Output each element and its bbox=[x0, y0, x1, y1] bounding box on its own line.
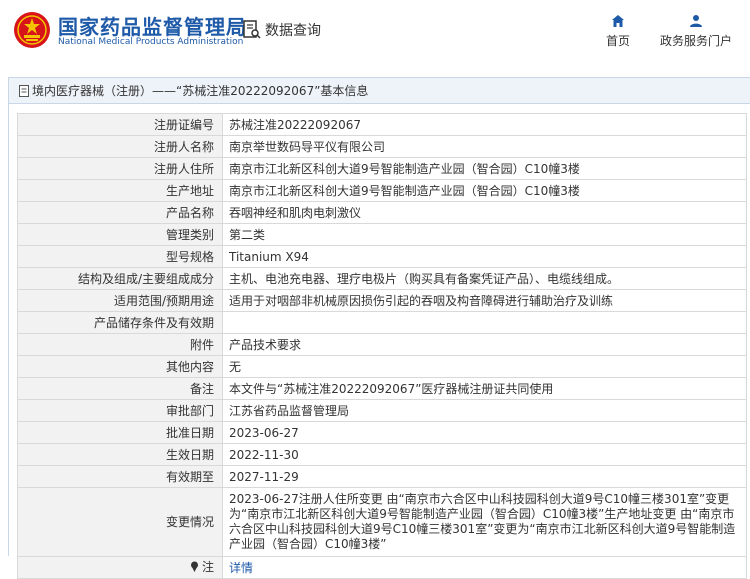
row-label: 其他内容 bbox=[17, 355, 223, 378]
row-value: 适用于对咽部非机械原因损伤引起的吞咽及构音障碍进行辅助治疗及训练 bbox=[222, 289, 747, 312]
table-row: 注册人住所 南京市江北新区科创大道9号智能制造产业园（智合园）C10幢3楼 bbox=[17, 157, 747, 180]
national-emblem-logo[interactable] bbox=[13, 11, 51, 49]
pin-icon bbox=[190, 561, 198, 573]
data-query-link[interactable]: 数据查询 bbox=[243, 19, 321, 41]
row-label: 管理类别 bbox=[17, 223, 223, 246]
row-label: 适用范围/预期用途 bbox=[17, 289, 223, 312]
table-row: 产品名称 吞咽神经和肌肉电刺激仪 bbox=[17, 201, 747, 224]
row-value: 2022-11-30 bbox=[222, 443, 747, 466]
row-value: 2023-06-27 bbox=[222, 421, 747, 444]
table-row: 型号规格 Titanium X94 bbox=[17, 245, 747, 268]
note-value-cell: 详情 bbox=[222, 556, 747, 579]
row-value: Titanium X94 bbox=[222, 245, 747, 268]
table-row: 有效期至 2027-11-29 bbox=[17, 465, 747, 488]
row-label: 生效日期 bbox=[17, 443, 223, 466]
row-label: 审批部门 bbox=[17, 399, 223, 422]
panel-title-text: 境内医疗器械（注册）——“苏械注准20222092067”基本信息 bbox=[32, 84, 369, 98]
row-value: 2027-11-29 bbox=[222, 465, 747, 488]
table-row: 生产地址 南京市江北新区科创大道9号智能制造产业园（智合园）C10幢3楼 bbox=[17, 179, 747, 202]
table-row: 备注 本文件与“苏械注准20222092067”医疗器械注册证共同使用 bbox=[17, 377, 747, 400]
home-icon bbox=[612, 15, 624, 27]
table-row: 审批部门 江苏省药品监督管理局 bbox=[17, 399, 747, 422]
row-value: 吞咽神经和肌肉电刺激仪 bbox=[222, 201, 747, 224]
table-row: 注册证编号 苏械注准20222092067 bbox=[17, 113, 747, 136]
panel-title: 境内医疗器械（注册）——“苏械注准20222092067”基本信息 bbox=[9, 78, 750, 104]
row-label: 注册人名称 bbox=[17, 135, 223, 158]
row-value: 江苏省药品监督管理局 bbox=[222, 399, 747, 422]
row-label: 型号规格 bbox=[17, 245, 223, 268]
note-label-cell: 注 bbox=[17, 556, 223, 579]
table-row: 生效日期 2022-11-30 bbox=[17, 443, 747, 466]
info-table: 注册证编号 苏械注准20222092067 注册人名称 南京举世数码导平仪有限公司 … bbox=[17, 113, 747, 579]
row-value: 产品技术要求 bbox=[222, 333, 747, 356]
site-header: 国家药品监督管理局 National Medical Products Admi… bbox=[0, 0, 750, 66]
row-label: 生产地址 bbox=[17, 179, 223, 202]
row-value: 本文件与“苏械注准20222092067”医疗器械注册证共同使用 bbox=[222, 377, 747, 400]
row-label: 产品储存条件及有效期 bbox=[17, 311, 223, 334]
row-value: 2023-06-27注册人住所变更 由“南京市六合区中山科技园科创大道9号C10… bbox=[222, 487, 747, 557]
row-label: 批准日期 bbox=[17, 421, 223, 444]
table-row: 适用范围/预期用途 适用于对咽部非机械原因损伤引起的吞咽及构音障碍进行辅助治疗及训… bbox=[17, 289, 747, 312]
row-label: 备注 bbox=[17, 377, 223, 400]
device-info-panel: 境内医疗器械（注册）——“苏械注准20222092067”基本信息 注册证编号苏… bbox=[8, 77, 750, 579]
row-value: 苏械注准20222092067 bbox=[222, 113, 747, 136]
table-row: 注册人名称 南京举世数码导平仪有限公司 bbox=[17, 135, 747, 158]
row-value: 南京市江北新区科创大道9号智能制造产业园（智合园）C10幢3楼 bbox=[222, 179, 747, 202]
table-row: 其他内容无 bbox=[17, 355, 747, 378]
row-value: 无 bbox=[222, 355, 747, 378]
nav-government-services-label: 政务服务门户 bbox=[660, 34, 733, 48]
note-label: 注 bbox=[201, 559, 214, 574]
site-title[interactable]: 国家药品监督管理局 bbox=[58, 11, 247, 40]
row-label: 产品名称 bbox=[17, 201, 223, 224]
nav-home[interactable]: 首页 bbox=[606, 14, 630, 49]
row-label: 注册证编号 bbox=[17, 113, 223, 136]
data-query-label: 数据查询 bbox=[265, 23, 321, 39]
table-row: 批准日期 2023-06-27 bbox=[17, 421, 747, 444]
document-icon bbox=[19, 84, 29, 97]
row-label: 结构及组成/主要组成成分 bbox=[17, 267, 223, 290]
table-row: 管理类别 第二类 bbox=[17, 223, 747, 246]
row-label: 注册人住所 bbox=[17, 157, 223, 180]
row-value: 南京举世数码导平仪有限公司 bbox=[222, 135, 747, 158]
row-label: 有效期至 bbox=[17, 465, 223, 488]
table-row: 变更情况 2023-06-27注册人住所变更 由“南京市六合区中山科技园科创大道9… bbox=[17, 487, 747, 557]
table-row: 产品储存条件及有效期 bbox=[17, 311, 747, 334]
document-search-icon bbox=[243, 20, 261, 39]
row-value: 主机、电池充电器、理疗电极片（购买具有备案凭证产品）、电缆线组成。 bbox=[222, 267, 747, 290]
details-link[interactable]: 详情 bbox=[229, 561, 253, 575]
user-icon bbox=[690, 15, 702, 27]
nav-government-services[interactable]: 政务服务门户 bbox=[660, 14, 732, 49]
row-value: 第二类 bbox=[222, 223, 747, 246]
row-label: 附件 bbox=[17, 333, 223, 356]
nav-home-label: 首页 bbox=[606, 34, 631, 48]
site-subtitle: National Medical Products Administration bbox=[58, 37, 244, 47]
row-value: 南京市江北新区科创大道9号智能制造产业园（智合园）C10幢3楼 bbox=[222, 157, 747, 180]
table-row: 结构及组成/主要组成成分 主机、电池充电器、理疗电极片（购买具有备案凭证产品）、电… bbox=[17, 267, 747, 290]
row-label: 变更情况 bbox=[17, 487, 223, 557]
row-value bbox=[222, 311, 747, 334]
table-row: 注 详情 bbox=[17, 556, 747, 579]
table-row: 附件 产品技术要求 bbox=[17, 333, 747, 356]
